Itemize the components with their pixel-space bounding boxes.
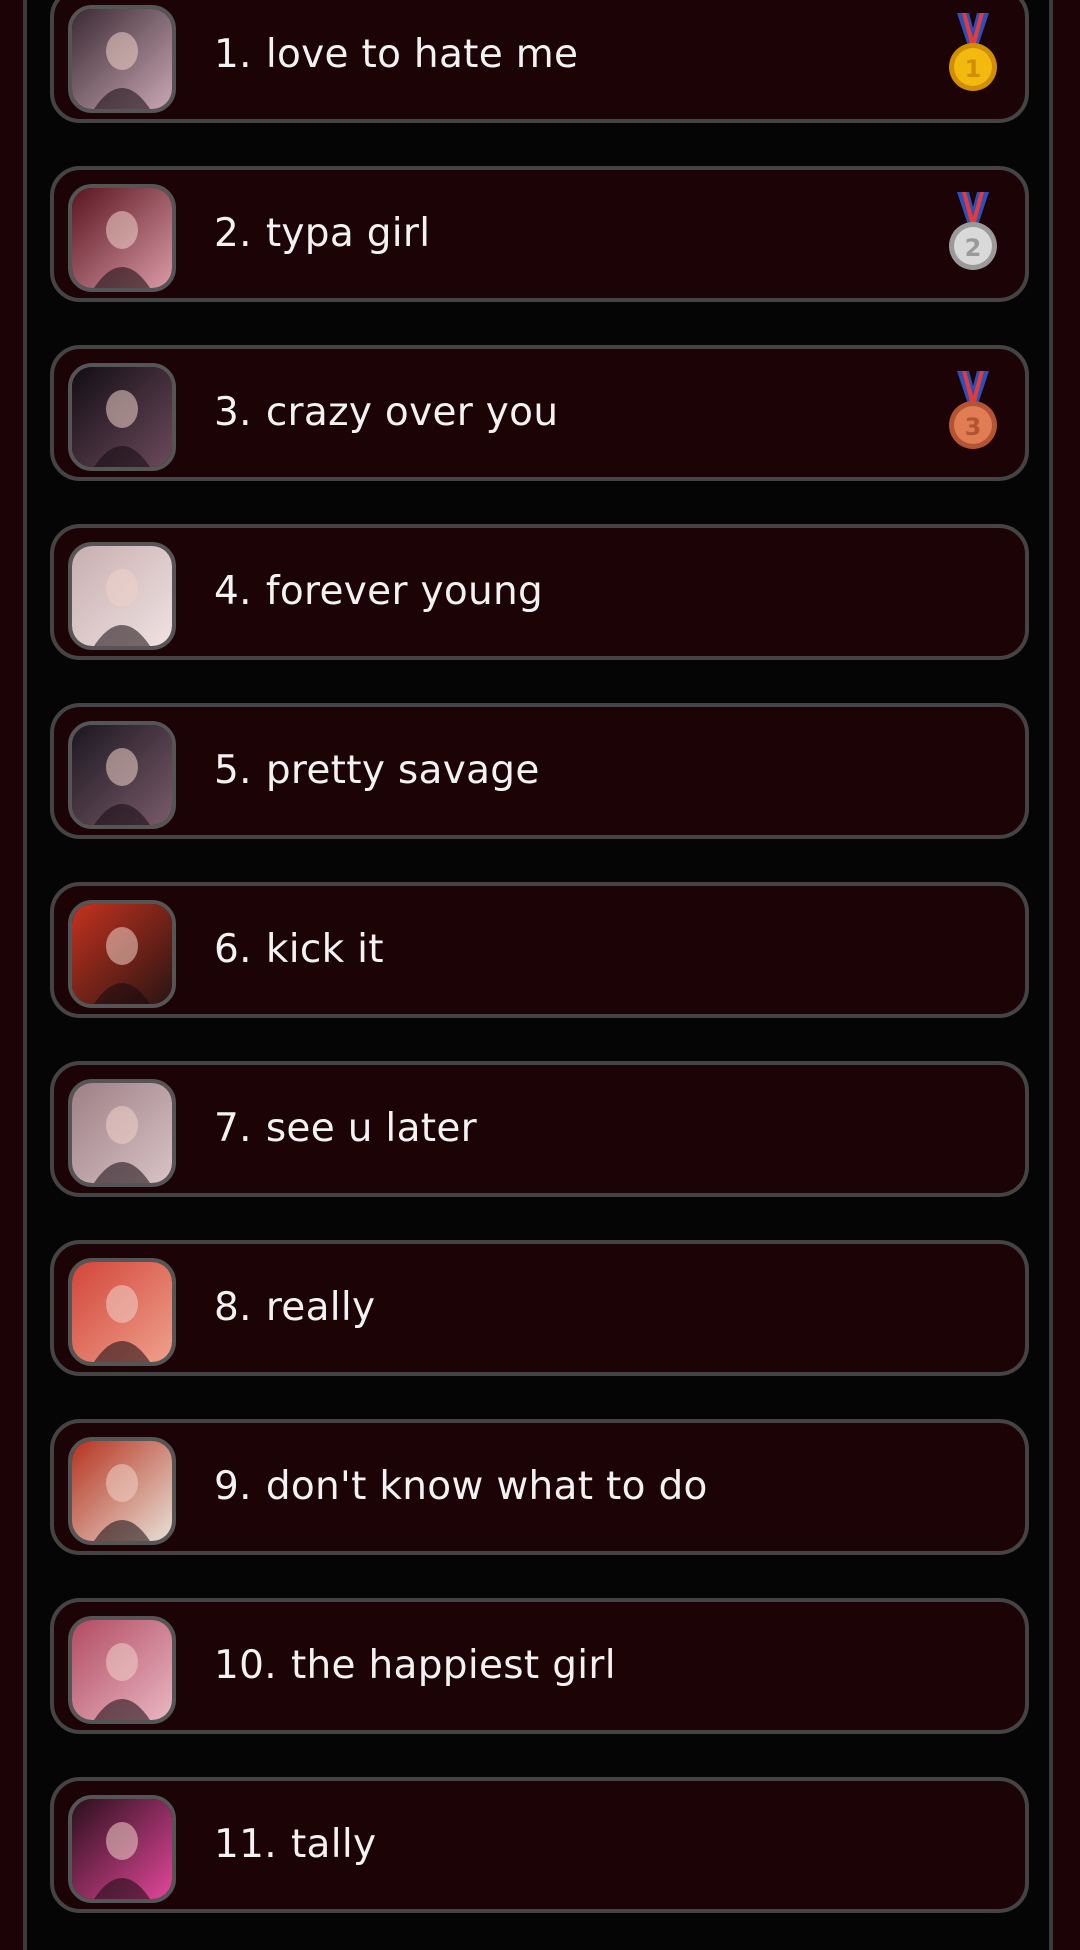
track-rank: 7. [214,1106,252,1151]
track-row[interactable]: 9. don't know what to do [50,1419,1029,1555]
track-row[interactable]: 4. forever young [50,524,1029,660]
track-row[interactable]: 10. the happiest girl [50,1598,1029,1734]
track-rank: 2. [214,211,252,256]
track-rank: 3. [214,390,252,435]
track-title: love to hate me [265,32,579,77]
track-title: see u later [265,1106,477,1151]
album-art-thumbnail [68,363,176,471]
svg-text:1: 1 [965,55,982,83]
track-rank: 6. [214,927,252,972]
track-title: typa girl [265,211,431,256]
track-label: 10. the happiest girl [214,1602,616,1730]
svg-text:2: 2 [965,234,982,262]
track-title: kick it [265,927,384,972]
track-rank: 10. [214,1643,277,1688]
track-rank: 1. [214,32,252,77]
album-art-thumbnail [68,1616,176,1724]
track-row[interactable]: 3. crazy over you 3 [50,345,1029,481]
track-label: 7. see u later [214,1065,477,1193]
track-label: 3. crazy over you [214,349,558,477]
silver-medal-icon: 2 [947,192,999,272]
track-label: 1. love to hate me [214,0,578,119]
track-title: crazy over you [265,390,559,435]
svg-text:3: 3 [965,413,982,441]
track-row[interactable]: 5. pretty savage [50,703,1029,839]
track-row[interactable]: 1. love to hate me 1 [50,0,1029,123]
bronze-medal-icon: 3 [947,371,999,451]
track-label: 4. forever young [214,528,543,656]
gold-medal-icon: 1 [947,13,999,93]
album-art-thumbnail [68,542,176,650]
track-rank: 8. [214,1285,252,1330]
track-row[interactable]: 2. typa girl 2 [50,166,1029,302]
track-rank: 11. [214,1822,277,1867]
track-label: 2. typa girl [214,170,430,298]
album-art-thumbnail [68,900,176,1008]
track-title: really [265,1285,376,1330]
track-label: 9. don't know what to do [214,1423,708,1551]
track-row[interactable]: 11. tally [50,1777,1029,1913]
track-row[interactable]: 7. see u later [50,1061,1029,1197]
track-label: 5. pretty savage [214,707,540,835]
track-row[interactable]: 6. kick it [50,882,1029,1018]
track-label: 8. really [214,1244,375,1372]
track-title: tally [290,1822,377,1867]
track-label: 6. kick it [214,886,384,1014]
album-art-thumbnail [68,1795,176,1903]
album-art-thumbnail [68,184,176,292]
track-title: the happiest girl [290,1643,616,1688]
track-title: forever young [265,569,544,614]
album-art-thumbnail [68,721,176,829]
album-art-thumbnail [68,1258,176,1366]
album-art-thumbnail [68,1437,176,1545]
track-title: don't know what to do [265,1464,708,1509]
track-label: 11. tally [214,1781,376,1909]
album-art-thumbnail [68,5,176,113]
track-rank: 9. [214,1464,252,1509]
album-art-thumbnail [68,1079,176,1187]
track-title: pretty savage [265,748,540,793]
track-row[interactable]: 8. really [50,1240,1029,1376]
track-rank: 4. [214,569,252,614]
track-rank: 5. [214,748,252,793]
